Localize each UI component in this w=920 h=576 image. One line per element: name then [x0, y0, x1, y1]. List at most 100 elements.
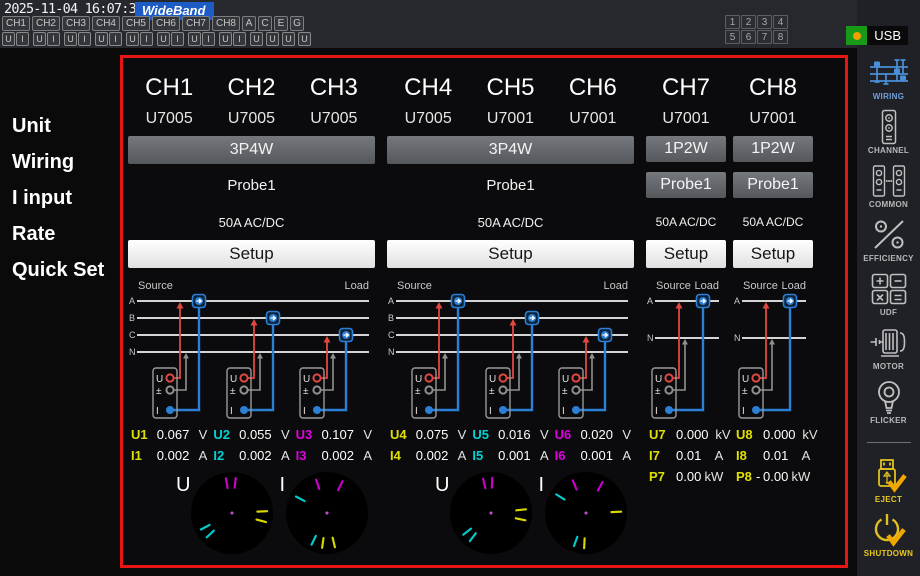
- channel-tab[interactable]: CH5: [122, 16, 150, 31]
- svg-text:C: C: [129, 330, 136, 340]
- channel-headers: CH7 U7001: [646, 70, 726, 136]
- wiring-mode-button[interactable]: 3P4W: [128, 136, 375, 164]
- ui-indicator[interactable]: U: [64, 32, 77, 46]
- svg-text:U: U: [742, 374, 749, 385]
- sidebar-icon: [871, 457, 907, 495]
- measurement-unit: V: [276, 427, 290, 442]
- sidebar-item-label: SHUTDOWN: [864, 549, 914, 558]
- sidebar-item[interactable]: UDF: [857, 270, 920, 324]
- ui-indicator[interactable]: U: [157, 32, 170, 46]
- ui-indicator[interactable]: I: [78, 32, 91, 46]
- page-number[interactable]: 4: [773, 15, 788, 29]
- svg-text:U: U: [489, 374, 496, 385]
- sidebar-item[interactable]: CHANNEL: [857, 108, 920, 162]
- page-number[interactable]: 6: [741, 30, 756, 44]
- wiring-mode-button[interactable]: 1P2W: [646, 136, 726, 162]
- ui-indicator[interactable]: I: [109, 32, 122, 46]
- measurement-sign: -: [756, 469, 763, 484]
- svg-text:N: N: [129, 347, 136, 357]
- setup-button[interactable]: Setup: [733, 240, 813, 268]
- setup-button[interactable]: Setup: [387, 240, 634, 268]
- ui-indicator[interactable]: U: [2, 32, 15, 46]
- sidebar-system-item[interactable]: EJECT: [857, 457, 920, 511]
- sidebar-item[interactable]: COMMON: [857, 162, 920, 216]
- ui-indicator[interactable]: U: [219, 32, 232, 46]
- sidebar-divider: [867, 442, 911, 443]
- measurement-label: U6: [555, 427, 575, 442]
- channel-tab[interactable]: CH4: [92, 16, 120, 31]
- channel-tab[interactable]: CH2: [32, 16, 60, 31]
- ui-indicator[interactable]: U: [188, 32, 201, 46]
- channel-headers: CH8 U7001: [733, 70, 813, 136]
- current-rate-label: 50A AC/DC: [646, 204, 726, 240]
- row-label: I input: [0, 180, 120, 216]
- channel-name: CH3: [293, 70, 375, 108]
- probe-button[interactable]: Probe1: [646, 172, 726, 198]
- measurement-rows: U7 0.000 kV I7 0.01 A P7 0.00 kW: [646, 424, 726, 487]
- svg-text:U: U: [230, 374, 237, 385]
- sidebar-item[interactable]: EFFICIENCY: [857, 216, 920, 270]
- ui-indicator[interactable]: U: [126, 32, 139, 46]
- channel-tab[interactable]: CH3: [62, 16, 90, 31]
- svg-text:I: I: [562, 406, 565, 417]
- page-number[interactable]: 8: [773, 30, 788, 44]
- measurement-label: U8: [736, 427, 756, 442]
- sidebar-item[interactable]: WIRING: [857, 54, 920, 108]
- wiring-mode-button[interactable]: 1P2W: [733, 136, 813, 162]
- page-number[interactable]: 5: [725, 30, 740, 44]
- ui-indicator[interactable]: U: [95, 32, 108, 46]
- channel-tab[interactable]: CH7: [182, 16, 210, 31]
- channel-tab[interactable]: CH6: [152, 16, 180, 31]
- wiring-mode-button[interactable]: 3P4W: [387, 136, 634, 164]
- ui-indicator[interactable]: I: [140, 32, 153, 46]
- channel-column-header: CH3 U7005: [293, 70, 375, 136]
- ui-indicator[interactable]: U: [282, 32, 295, 46]
- page-number[interactable]: 7: [757, 30, 772, 44]
- ui-indicator[interactable]: U: [266, 32, 279, 46]
- svg-text:±: ±: [415, 386, 421, 397]
- channel-tab[interactable]: A: [242, 16, 256, 31]
- svg-text:Source: Source: [656, 280, 691, 292]
- channel-tab[interactable]: C: [258, 16, 272, 31]
- measurement-value: 0.00: [676, 469, 701, 484]
- ui-indicator[interactable]: I: [171, 32, 184, 46]
- measurement-unit: A: [276, 448, 290, 463]
- sidebar-item[interactable]: MOTOR: [857, 324, 920, 378]
- measurement-value: 0.01: [763, 448, 788, 463]
- measurement-unit: A: [703, 448, 723, 463]
- channel-unit-model: U7001: [552, 108, 634, 136]
- ui-indicator[interactable]: U: [33, 32, 46, 46]
- channel-tab[interactable]: CH1: [2, 16, 30, 31]
- current-measurement: I4 0.002 A: [387, 448, 469, 463]
- measurement-unit: A: [535, 448, 549, 463]
- row-label: Quick Set: [0, 252, 120, 288]
- ui-indicator[interactable]: U: [250, 32, 263, 46]
- ui-indicator[interactable]: I: [233, 32, 246, 46]
- sidebar-system-items: EJECT SHUTDOWN: [857, 457, 920, 565]
- svg-text:Source: Source: [138, 280, 173, 292]
- svg-text:I: I: [303, 406, 306, 417]
- channel-column-header: CH6 U7001: [552, 70, 634, 136]
- sidebar-item[interactable]: FLICKER: [857, 378, 920, 432]
- page-number-grid: 1 2 3 4 5 6 7 8: [725, 15, 788, 44]
- sidebar-item-label: COMMON: [869, 200, 908, 209]
- measurement-label: U2: [213, 427, 233, 442]
- setup-button[interactable]: Setup: [128, 240, 375, 268]
- ui-indicator[interactable]: I: [47, 32, 60, 46]
- measurement-label: I2: [213, 448, 233, 463]
- probe-button[interactable]: Probe1: [733, 172, 813, 198]
- ui-indicator[interactable]: I: [16, 32, 29, 46]
- setup-button[interactable]: Setup: [646, 240, 726, 268]
- page-number[interactable]: 1: [725, 15, 740, 29]
- channel-column-header: CH7 U7001: [646, 70, 726, 136]
- ui-indicator[interactable]: U: [298, 32, 311, 46]
- measurement-unit: kV: [798, 427, 818, 442]
- sidebar-system-item[interactable]: SHUTDOWN: [857, 511, 920, 565]
- ui-indicator[interactable]: I: [202, 32, 215, 46]
- page-number[interactable]: 3: [757, 15, 772, 29]
- channel-tab[interactable]: CH8: [212, 16, 240, 31]
- svg-text:I: I: [230, 406, 233, 417]
- channel-tab[interactable]: G: [290, 16, 304, 31]
- channel-tab[interactable]: E: [274, 16, 288, 31]
- page-number[interactable]: 2: [741, 15, 756, 29]
